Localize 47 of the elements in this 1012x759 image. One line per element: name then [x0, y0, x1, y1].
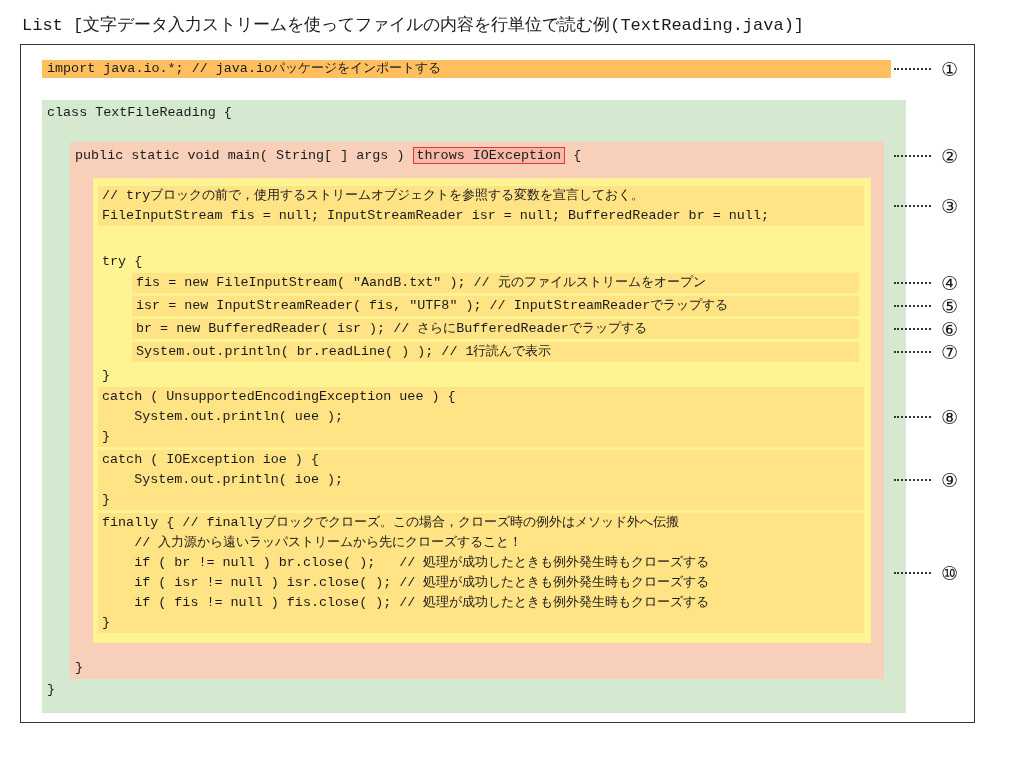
callout-number: ④: [941, 273, 959, 293]
leader-line: [894, 416, 931, 418]
leader-line: [894, 479, 931, 481]
code-line: }: [101, 367, 112, 385]
code-line: try {: [101, 253, 144, 271]
code-line: }: [46, 681, 57, 699]
callout-number: ①: [941, 59, 959, 79]
callout-number: ⑧: [941, 407, 959, 427]
leader-line: [894, 351, 931, 353]
callout-number: ②: [941, 146, 959, 166]
code-line: br = new BufferedReader( isr ); // さらにBufferedReaderでラップする: [135, 320, 648, 338]
code-line: class TextFileReading {: [46, 104, 233, 122]
leader-line: [894, 282, 931, 284]
leader-line: [894, 328, 931, 330]
callout-number: ⑩: [941, 563, 959, 583]
callout-number: ⑥: [941, 319, 959, 339]
code-line: FileInputStream fis = null; InputStreamReader isr = null; BufferedReader br = null;: [101, 207, 770, 225]
code-line: }: [74, 659, 85, 677]
code-line: finally { // finallyブロックでクローズ。この場合，クローズ時の例外はメソッド外へ伝搬: [101, 514, 680, 532]
code-line: System.out.println( uee );: [133, 408, 345, 426]
highlighted-code: throws IOException: [412, 147, 566, 164]
code-line: catch ( UnsupportedEncodingException uee ) {: [101, 388, 457, 406]
leader-line: [894, 68, 931, 70]
code-line: System.out.println( ioe );: [133, 471, 345, 489]
code-line: }: [101, 614, 112, 632]
leader-line: [894, 572, 931, 574]
code-line: fis = new FileInputStream( "AandB.txt" ); // 元のファイルストリームをオープン: [135, 274, 707, 292]
code-line: if ( fis != null ) fis.close( ); // 処理が成功したときも例外発生時もクローズする: [133, 594, 711, 612]
listing-title: List [文字データ入力ストリームを使ってファイルの内容を行単位で読む例(TextReading.java)]: [21, 14, 806, 37]
code-line: if ( br != null ) br.close( ); // 処理が成功したときも例外発生時もクローズする: [133, 554, 711, 572]
leader-line: [894, 305, 931, 307]
callout-number: ③: [941, 196, 959, 216]
code-line: }: [101, 428, 112, 446]
code-text: {: [572, 148, 582, 163]
code-line: // tryブロックの前で，使用するストリームオブジェクトを参照する変数を宣言しておく。: [101, 187, 646, 205]
code-line: System.out.println( br.readLine( ) ); // 1行読んで表示: [135, 343, 553, 361]
code-line: }: [101, 491, 112, 509]
code-line: // 入力源から遠いラッパストリームから先にクローズすること！: [133, 534, 524, 552]
code-text: public static void main( String[ ] args ): [75, 148, 406, 163]
code-line: isr = new InputStreamReader( fis, "UTF8" ); // InputStreamReaderでラップする: [135, 297, 730, 315]
callout-number: ⑤: [941, 296, 959, 316]
code-line: if ( isr != null ) isr.close( ); // 処理が成功したときも例外発生時もクローズする: [133, 574, 711, 592]
leader-line: [894, 205, 931, 207]
callout-number: ⑦: [941, 342, 959, 362]
callout-number: ⑨: [941, 470, 959, 490]
leader-line: [894, 155, 931, 157]
code-line: catch ( IOException ioe ) {: [101, 451, 320, 469]
